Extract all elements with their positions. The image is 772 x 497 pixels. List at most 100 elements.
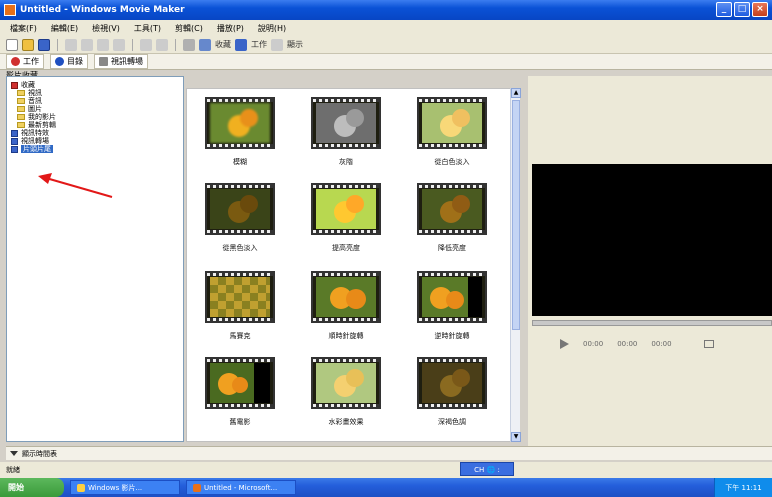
menu-tools[interactable]: 工具(T) [134, 23, 161, 34]
storyboard-toggle[interactable]: 顯示時間表 [6, 446, 772, 460]
start-button[interactable]: 開始 [0, 478, 64, 497]
tree-item-label: 片頭片尾 [21, 145, 53, 153]
effect-thumb-sepia[interactable]: 深褐色調 [409, 357, 495, 427]
play-icon[interactable] [560, 339, 569, 349]
folder-icon [17, 114, 25, 120]
effect-thumb-blur[interactable]: 模糊 [197, 97, 283, 167]
tab-transitions[interactable]: 視訊轉場 [94, 54, 148, 69]
save-icon[interactable] [38, 38, 50, 51]
collections-label[interactable]: 收藏 [215, 39, 231, 50]
taskbar-item-movie-maker[interactable]: Windows 影片... [70, 480, 180, 495]
views-icon[interactable] [271, 38, 283, 51]
folder-icon [17, 98, 25, 104]
delete-icon[interactable] [113, 38, 125, 51]
tree-item-label: 收藏 [21, 81, 35, 89]
thumb-image [422, 363, 482, 403]
paste-icon[interactable] [97, 38, 109, 51]
collections-icon[interactable] [199, 38, 211, 51]
show-label[interactable]: 顯示 [287, 39, 303, 50]
movie-maker-icon [77, 483, 85, 492]
app-icon [193, 483, 201, 492]
status-bar: 就緒 [0, 462, 772, 478]
close-button[interactable]: × [752, 2, 768, 17]
tree-item-label: 最新剪輯 [28, 121, 56, 129]
effect-thumb-mosaic[interactable]: 馬賽克 [197, 271, 283, 341]
menu-help[interactable]: 說明(H) [258, 23, 286, 34]
tree-item-titles-credits[interactable]: 片頭片尾 [11, 145, 179, 153]
tasks-icon[interactable] [235, 38, 247, 51]
taskbar-item-untitled[interactable]: Untitled - Microsoft... [186, 480, 296, 495]
scroll-up-arrow-icon[interactable]: ▲ [511, 88, 521, 98]
folder-icon [17, 106, 25, 112]
taskbar-item-label: Windows 影片... [88, 483, 143, 492]
thumb-image [316, 189, 376, 229]
tab-tasks[interactable]: 工作 [6, 54, 44, 69]
taskbar: 開始 Windows 影片... Untitled - Microsoft...… [0, 478, 772, 497]
orange-shape [346, 369, 364, 387]
redo-icon[interactable] [156, 38, 168, 51]
square-icon [11, 129, 18, 137]
window-title: Untitled - Windows Movie Maker [20, 5, 185, 15]
undo-icon[interactable] [140, 38, 152, 51]
fullscreen-icon[interactable] [703, 340, 714, 348]
menu-play[interactable]: 播放(P) [217, 23, 244, 34]
tab-catalog[interactable]: 目錄 [50, 54, 88, 69]
language-bar[interactable]: CH 🌐 : [460, 462, 514, 476]
new-file-icon[interactable] [6, 38, 18, 51]
tree-item-my-videos[interactable]: 我的影片 [11, 113, 179, 121]
effect-caption: 降低亮度 [438, 244, 466, 252]
menu-clip[interactable]: 剪輯(C) [175, 23, 203, 34]
effect-thumb-brightness-down[interactable]: 降低亮度 [409, 183, 495, 253]
tree-item-recent-clips[interactable]: 最新剪輯 [11, 121, 179, 129]
effect-thumb-brightness-up[interactable]: 提高亮度 [303, 183, 389, 253]
effect-thumb-fade-in-white[interactable]: 從白色淡入 [409, 97, 495, 167]
tree-item-label: 視訊特效 [21, 129, 49, 137]
tasks-label[interactable]: 工作 [251, 39, 267, 50]
playback-controls: 00:00 00:00 00:00 [532, 336, 772, 352]
up-folder-icon[interactable] [183, 38, 195, 51]
menu-view[interactable]: 檢視(V) [92, 23, 120, 34]
system-tray-clock[interactable]: 下午 11:11 [714, 478, 772, 497]
thumb-image [316, 103, 376, 143]
tree-item-video-effects[interactable]: 視訊特效 [11, 129, 179, 137]
minimize-button[interactable]: _ [716, 2, 732, 17]
effect-thumb-fade-in-black[interactable]: 從黑色淡入 [197, 183, 283, 253]
effect-thumb-rotate-cw[interactable]: 順時針旋轉 [303, 271, 389, 341]
effects-grid: 模糊 灰階 從白色淡入 從黑色淡入 提高亮度 降低亮度 馬賽克 順時針旋轉 逆時… [186, 88, 520, 442]
toolbar-separator [57, 38, 58, 51]
effect-thumb-old-film[interactable]: 舊電影 [197, 357, 283, 427]
effect-caption: 灰階 [339, 158, 353, 166]
copy-icon[interactable] [81, 38, 93, 51]
tree-item-collections[interactable]: 收藏 [11, 81, 179, 89]
seek-bar[interactable] [532, 320, 772, 326]
tree-item-video[interactable]: 視訊 [11, 89, 179, 97]
thumb-frame [205, 183, 275, 235]
effect-thumb-rotate-ccw[interactable]: 逆時針旋轉 [409, 271, 495, 341]
taskbar-item-label: Untitled - Microsoft... [204, 483, 278, 492]
collections-root-icon [11, 81, 18, 89]
effect-caption: 從白色淡入 [434, 158, 470, 166]
thumb-frame [417, 183, 487, 235]
title-bar: Untitled - Windows Movie Maker _ □ × [0, 0, 772, 20]
black-band [254, 363, 270, 403]
tree-item-label: 視訊 [28, 89, 42, 97]
time-label: 00:00 [617, 340, 638, 348]
toolbar-separator [175, 38, 176, 51]
tree-item-pictures[interactable]: 圖片 [11, 105, 179, 113]
maximize-button[interactable]: □ [734, 2, 750, 17]
effect-caption: 逆時針旋轉 [434, 332, 470, 340]
thumb-frame [311, 97, 381, 149]
tree-item-audio[interactable]: 音訊 [11, 97, 179, 105]
open-folder-icon[interactable] [22, 38, 34, 51]
scroll-down-arrow-icon[interactable]: ▼ [511, 432, 521, 442]
tasks-tab-icon [11, 57, 20, 66]
black-band [468, 277, 482, 317]
grid-scrollbar[interactable]: ▲ ▼ [510, 88, 521, 442]
effect-thumb-grayscale[interactable]: 灰階 [303, 97, 389, 167]
menu-edit[interactable]: 編輯(E) [51, 23, 78, 34]
tree-item-video-transitions[interactable]: 視訊轉場 [11, 137, 179, 145]
scrollbar-thumb[interactable] [512, 100, 520, 330]
cut-icon[interactable] [65, 38, 77, 51]
menu-file[interactable]: 檔案(F) [10, 23, 37, 34]
effect-thumb-watercolor[interactable]: 水彩畫效果 [303, 357, 389, 427]
